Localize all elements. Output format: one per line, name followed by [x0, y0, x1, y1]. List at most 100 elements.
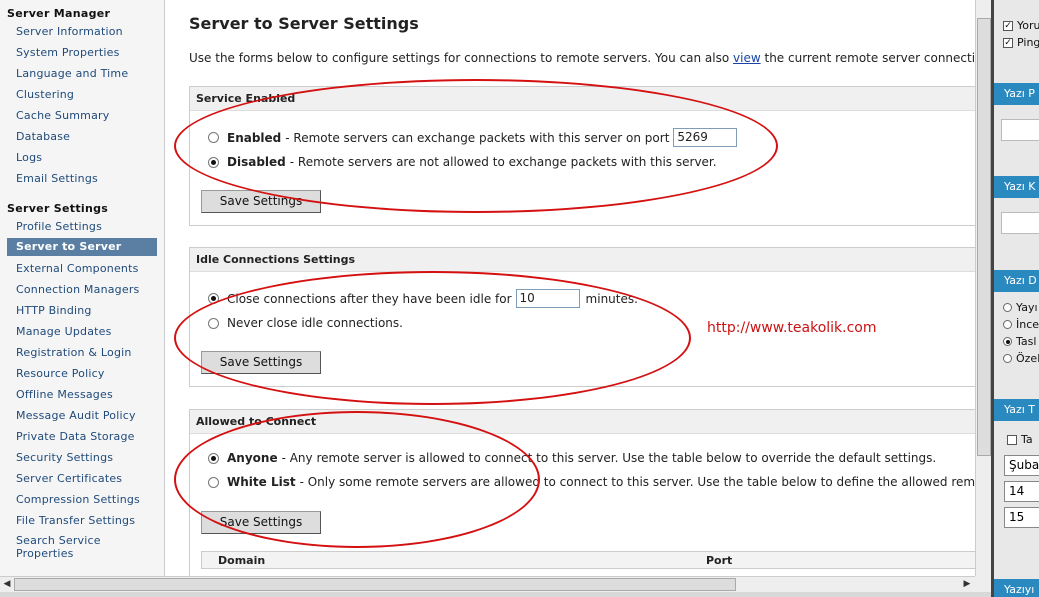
right-radio-row-2: İnce [1003, 318, 1039, 331]
idle-minutes-input[interactable]: 10 [515, 289, 580, 308]
right-radio-2[interactable] [1003, 320, 1012, 329]
right-radio-label-4: Özel [1016, 352, 1039, 365]
sidebar-item-connection-managers[interactable]: Connection Managers [0, 279, 164, 300]
sidebar-item-server-to-server[interactable]: Server to Server [7, 238, 157, 256]
right-checkbox-ta[interactable] [1007, 434, 1017, 445]
sidebar-heading-server-settings: Server Settings [7, 202, 109, 215]
enabled-radio[interactable] [208, 132, 219, 143]
right-box-2 [1001, 212, 1039, 234]
right-field-2[interactable]: 14 [1004, 481, 1039, 502]
never-close-radio[interactable] [208, 317, 219, 329]
view-connections-link[interactable]: view [733, 51, 761, 65]
close-idle-desc: Close connections after they have been i… [227, 291, 512, 306]
anyone-desc: - Any remote server is allowed to connec… [281, 451, 937, 465]
port-column-header: Port [706, 554, 733, 567]
scrollbar-corner [975, 576, 991, 592]
right-header-3[interactable]: Yazı D [994, 270, 1039, 292]
intro-text: Use the forms below to configure setting… [189, 51, 975, 65]
vertical-scrollbar[interactable] [975, 0, 991, 576]
idle-connections-heading: Idle Connections Settings [190, 248, 975, 272]
right-header-5[interactable]: Yazıyı [994, 579, 1039, 597]
watermark-url: http://www.teakolik.com [707, 320, 877, 336]
allowed-to-connect-section: Allowed to Connect Anyone - Any remote s… [189, 409, 975, 576]
sidebar-heading-server-manager: Server Manager [7, 7, 111, 20]
right-checkbox-1[interactable]: ✓ [1003, 20, 1013, 31]
right-radio-row-4: Özel [1003, 352, 1039, 365]
sidebar-item-server-certificates[interactable]: Server Certificates [0, 468, 164, 489]
whitelist-label: White List [227, 475, 296, 489]
horizontal-scrollbar[interactable]: ◀ ▶ [0, 576, 975, 592]
right-radio-1[interactable] [1003, 303, 1012, 312]
save-settings-button-allowed[interactable]: Save Settings [201, 511, 321, 534]
right-header-1[interactable]: Yazı P [994, 83, 1039, 105]
sidebar-item-email-settings[interactable]: Email Settings [0, 168, 164, 189]
app-root: Server Manager Server Information System… [0, 0, 1039, 597]
whitelist-radio[interactable] [208, 476, 219, 488]
sidebar-item-registration-login[interactable]: Registration & Login [0, 342, 164, 363]
right-checkbox-row-1: ✓ Yoru [1003, 19, 1039, 32]
sidebar-item-database[interactable]: Database [0, 126, 164, 147]
sidebar-item-http-binding[interactable]: HTTP Binding [0, 300, 164, 321]
sidebar-item-compression-settings[interactable]: Compression Settings [0, 489, 164, 510]
page-title: Server to Server Settings [189, 14, 419, 33]
never-close-option-row: Never close idle connections. [208, 316, 403, 330]
save-settings-button-service[interactable]: Save Settings [201, 190, 321, 213]
disabled-desc: - Remote servers are not allowed to exch… [289, 155, 717, 169]
right-checkbox-row-2: ✓ Ping [1003, 36, 1039, 49]
vertical-scroll-thumb[interactable] [977, 18, 991, 456]
horizontal-scroll-thumb[interactable] [14, 578, 736, 591]
anyone-radio[interactable] [208, 452, 219, 464]
right-radio-3[interactable] [1003, 337, 1012, 346]
disabled-radio[interactable] [208, 156, 219, 168]
right-radio-row-1: Yayı [1003, 301, 1038, 314]
service-enabled-heading: Service Enabled [190, 87, 975, 111]
disabled-label: Disabled [227, 155, 286, 169]
sidebar-item-cache-summary[interactable]: Cache Summary [0, 105, 164, 126]
sidebar-item-offline-messages[interactable]: Offline Messages [0, 384, 164, 405]
right-box-1 [1001, 119, 1039, 141]
sidebar: Server Manager Server Information System… [0, 0, 165, 576]
disabled-option-row: Disabled - Remote servers are not allowe… [208, 155, 717, 169]
allowed-to-connect-heading: Allowed to Connect [190, 410, 975, 434]
right-header-4[interactable]: Yazı T [994, 399, 1039, 421]
sidebar-item-clustering[interactable]: Clustering [0, 84, 164, 105]
port-input[interactable]: 5269 [673, 128, 738, 147]
domain-column-header: Domain [218, 554, 266, 567]
right-checkbox-2[interactable]: ✓ [1003, 37, 1013, 48]
intro-before: Use the forms below to configure setting… [189, 51, 730, 65]
sidebar-item-profile-settings[interactable]: Profile Settings [0, 216, 164, 237]
right-header-2[interactable]: Yazı K [994, 176, 1039, 198]
right-field-3[interactable]: 15 [1004, 507, 1039, 528]
sidebar-item-message-audit-policy[interactable]: Message Audit Policy [0, 405, 164, 426]
enabled-desc: - Remote servers can exchange packets wi… [285, 130, 670, 145]
sidebar-item-language-and-time[interactable]: Language and Time [0, 63, 164, 84]
right-radio-label-1: Yayı [1016, 301, 1038, 314]
sidebar-item-security-settings[interactable]: Security Settings [0, 447, 164, 468]
sidebar-item-external-components[interactable]: External Components [0, 258, 164, 279]
sidebar-item-logs[interactable]: Logs [0, 147, 164, 168]
sidebar-item-private-data-storage[interactable]: Private Data Storage [0, 426, 164, 447]
service-enabled-section: Service Enabled Enabled - Remote servers… [189, 86, 975, 226]
sidebar-item-resource-policy[interactable]: Resource Policy [0, 363, 164, 384]
main-content: Server to Server Settings Use the forms … [165, 0, 975, 576]
sidebar-item-manage-updates[interactable]: Manage Updates [0, 321, 164, 342]
sidebar-item-file-transfer-settings[interactable]: File Transfer Settings [0, 510, 164, 531]
whitelist-desc: - Only some remote servers are allowed t… [299, 475, 975, 489]
sidebar-item-server-information[interactable]: Server Information [0, 21, 164, 42]
save-settings-button-idle[interactable]: Save Settings [201, 351, 321, 374]
right-radio-label-3: Tasl [1016, 335, 1037, 348]
intro-after: the current remote server connections. [764, 51, 975, 65]
close-idle-option-row: Close connections after they have been i… [208, 289, 638, 308]
scroll-left-icon[interactable]: ◀ [0, 577, 14, 591]
whitelist-option-row: White List - Only some remote servers ar… [208, 475, 975, 489]
anyone-option-row: Anyone - Any remote server is allowed to… [208, 451, 936, 465]
scroll-right-icon[interactable]: ▶ [960, 577, 974, 591]
right-field-1[interactable]: Şuba [1004, 455, 1039, 476]
sidebar-item-search-service-properties[interactable]: Search Service Properties [0, 531, 120, 560]
right-radio-4[interactable] [1003, 354, 1012, 363]
idle-connections-section: Idle Connections Settings Close connecti… [189, 247, 975, 387]
enabled-option-row: Enabled - Remote servers can exchange pa… [208, 128, 738, 147]
right-checkbox-label-2: Ping [1017, 36, 1039, 49]
sidebar-item-system-properties[interactable]: System Properties [0, 42, 164, 63]
close-idle-radio[interactable] [208, 293, 219, 304]
